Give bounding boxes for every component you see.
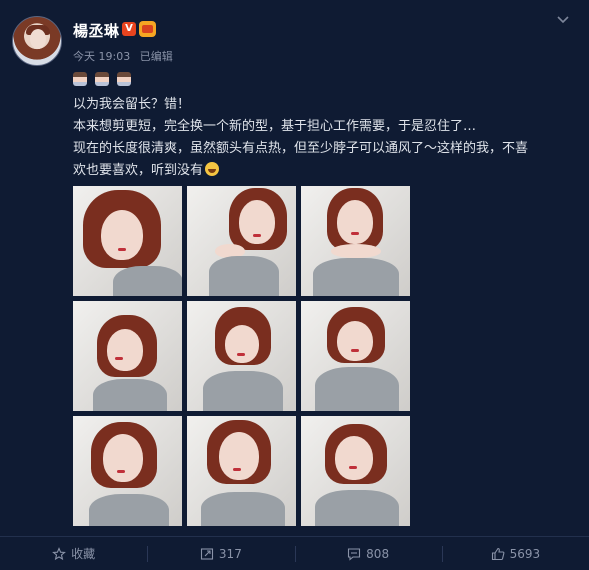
photo-thumbnail[interactable]: [187, 186, 296, 296]
girl-emoji-icon: [95, 72, 109, 86]
emoji-row: [73, 72, 131, 86]
weibo-post-card: 楊丞琳 V 今天 19:03 已编辑 以为我会留长？错！ 本来想剪更短，完全换一…: [0, 0, 589, 570]
comment-count: 808: [366, 546, 390, 561]
photo-thumbnail[interactable]: [187, 416, 296, 526]
photo-thumbnail[interactable]: [301, 186, 410, 296]
like-count: 5693: [509, 546, 541, 561]
photo-thumbnail[interactable]: [187, 301, 296, 411]
photo-thumbnail[interactable]: [301, 301, 410, 411]
edited-label: 已编辑: [139, 50, 173, 63]
favorite-button[interactable]: 收藏: [0, 537, 147, 570]
girl-emoji-icon: [117, 72, 131, 86]
like-button[interactable]: 5693: [441, 537, 589, 570]
chevron-down-icon[interactable]: [556, 12, 570, 26]
grin-emoji-icon: [205, 162, 220, 176]
avatar-face: [30, 29, 46, 49]
post-text-line: 以为我会留长？错！: [73, 97, 191, 112]
verified-badge-icon: V: [122, 22, 136, 36]
post-text: 以为我会留长？错！ 本来想剪更短，完全换一个新的型，基于担心工作需要，于是忍住了…: [73, 94, 573, 182]
girl-emoji-icon: [73, 72, 87, 86]
star-icon: [52, 546, 67, 560]
photo-thumbnail[interactable]: [301, 416, 410, 526]
comment-icon: [348, 547, 361, 561]
comment-button[interactable]: 808: [294, 537, 442, 570]
thumbs-up-icon: [491, 547, 505, 560]
photo-thumbnail[interactable]: [73, 186, 182, 296]
photo-thumbnail[interactable]: [73, 301, 182, 411]
repost-button[interactable]: 317: [147, 537, 294, 570]
member-crown-icon: [139, 21, 156, 37]
post-text-line: 现在的长度很清爽，虽然额头有点热，但至少脖子可以通风了～这样的我，不喜: [73, 141, 529, 156]
post-text-line: 欢也要喜欢，听到没有: [73, 160, 573, 182]
post-actions: 收藏 317 808 5693: [0, 537, 589, 570]
photo-grid: [73, 186, 410, 526]
favorite-label: 收藏: [71, 547, 96, 561]
avatar[interactable]: [12, 16, 62, 66]
post-timestamp[interactable]: 今天 19:03: [73, 50, 130, 63]
repost-icon: [200, 547, 213, 560]
repost-count: 317: [218, 546, 242, 561]
photo-thumbnail[interactable]: [73, 416, 182, 526]
username[interactable]: 楊丞琳: [73, 20, 120, 41]
post-text-line-content: 欢也要喜欢，听到没有: [73, 163, 204, 178]
post-text-line: 本来想剪更短，完全换一个新的型，基于担心工作需要，于是忍住了…: [73, 119, 477, 134]
post-meta: 今天 19:03 已编辑: [73, 48, 179, 64]
